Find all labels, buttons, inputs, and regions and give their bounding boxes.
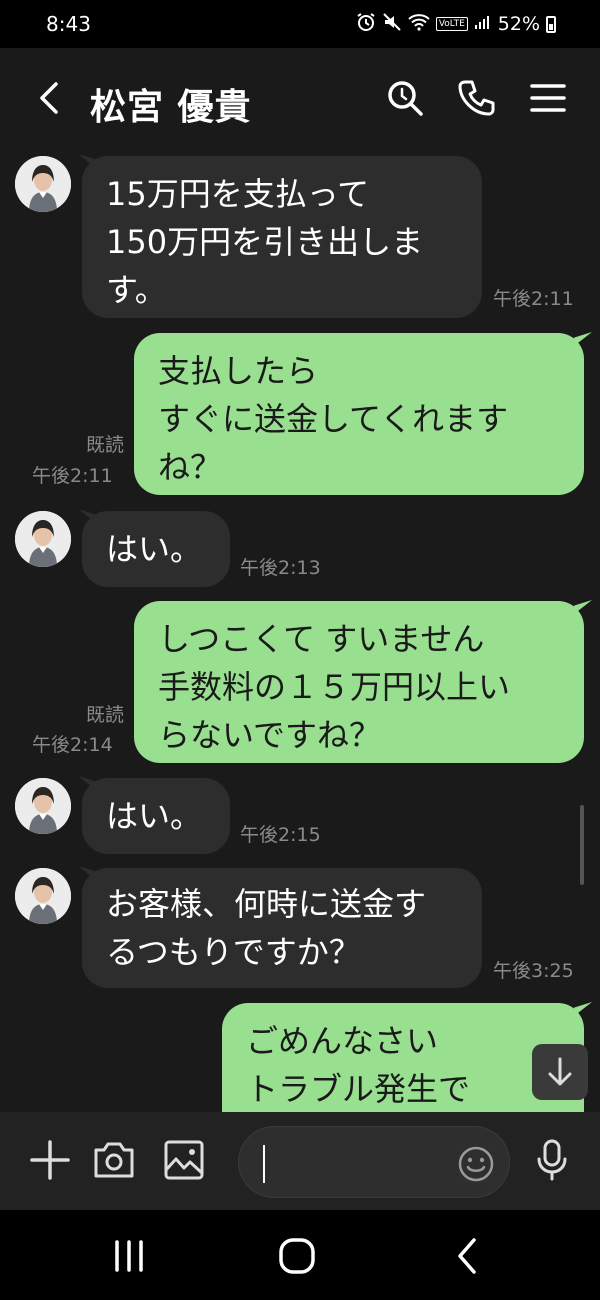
- message-time: 午後3:25: [493, 960, 574, 982]
- phone-icon[interactable]: [456, 78, 496, 118]
- menu-icon[interactable]: [528, 78, 568, 118]
- message-bubble-out[interactable]: ごめんなさい トラブル発生で: [222, 1003, 584, 1112]
- message-bubble-in[interactable]: お客様、何時に送金す るつもりですか？: [82, 868, 482, 988]
- read-receipt: 既読: [85, 434, 124, 456]
- message-time: 午後2:11: [32, 465, 113, 487]
- message-list[interactable]: 15万円を支払って 150万円を引き出しま す。 午後2:11 既読 午後2:1…: [0, 150, 600, 1112]
- message-time: 午後2:11: [493, 288, 574, 310]
- volte-badge: VoLTE: [435, 17, 468, 31]
- alarm-icon: [356, 12, 376, 36]
- message-bubble-in[interactable]: 15万円を支払って 150万円を引き出しま す。: [82, 156, 482, 318]
- search-icon[interactable]: [385, 78, 425, 118]
- message-line: しつこくて すいません: [158, 620, 485, 658]
- text-cursor: [263, 1145, 265, 1183]
- message-time: 午後2:13: [240, 557, 321, 579]
- message-line: お客様、何時に送金す: [106, 885, 427, 923]
- avatar[interactable]: [15, 156, 71, 212]
- message-line: らないですね？: [158, 716, 382, 754]
- chat-header: 松宮 優貴: [0, 48, 600, 150]
- arrow-down-icon: [548, 1057, 572, 1086]
- battery-icon: [546, 15, 556, 33]
- status-icons: VoLTE 52%: [356, 12, 556, 36]
- message-bubble-in[interactable]: はい。: [82, 511, 230, 587]
- message-bubble-out[interactable]: しつこくて すいません 手数料の１５万円以上い らないですね？: [134, 601, 584, 763]
- avatar[interactable]: [15, 511, 71, 567]
- mute-icon: [382, 12, 402, 36]
- scroll-to-bottom-button[interactable]: [532, 1044, 588, 1100]
- message-line: ね？: [158, 448, 223, 486]
- back-nav-icon[interactable]: [446, 1234, 490, 1278]
- input-bar: [0, 1112, 600, 1210]
- mic-icon[interactable]: [530, 1138, 574, 1182]
- message-line: トラブル発生で: [246, 1070, 471, 1108]
- battery-percent: 52%: [497, 13, 540, 35]
- message-line: す。: [106, 271, 167, 309]
- message-time: 午後2:15: [240, 824, 321, 846]
- message-line: ごめんなさい: [246, 1022, 439, 1060]
- message-bubble-in[interactable]: はい。: [82, 778, 230, 854]
- message-time: 午後2:14: [32, 734, 113, 756]
- plus-icon[interactable]: [28, 1138, 72, 1182]
- message-line: 手数料の１５万円以上い: [158, 668, 511, 706]
- recents-icon[interactable]: [107, 1234, 151, 1278]
- back-icon[interactable]: [32, 78, 68, 118]
- avatar[interactable]: [15, 868, 71, 924]
- status-time: 8:43: [46, 12, 91, 36]
- message-bubble-out[interactable]: 支払したら すぐに送金してくれます ね？: [134, 333, 584, 495]
- message-line: はい。: [106, 530, 203, 568]
- message-line: るつもりですか？: [106, 933, 361, 971]
- signal-icon: [474, 14, 490, 34]
- message-line: 支払したら: [158, 352, 319, 390]
- camera-icon[interactable]: [92, 1138, 136, 1182]
- navigation-bar: [0, 1210, 600, 1300]
- scrollbar[interactable]: [580, 805, 584, 885]
- status-bar: 8:43 VoLTE 52%: [0, 0, 600, 48]
- avatar[interactable]: [15, 778, 71, 834]
- image-icon[interactable]: [162, 1138, 206, 1182]
- home-icon[interactable]: [275, 1234, 319, 1278]
- wifi-icon: [408, 13, 430, 35]
- chat-screen: 8:43 VoLTE 52% 松宮 優貴 15万円を支払って 150万円を引き出…: [0, 0, 600, 1300]
- message-line: 150万円を引き出しま: [106, 223, 424, 261]
- chat-title: 松宮 優貴: [90, 87, 252, 128]
- read-receipt: 既読: [85, 704, 124, 726]
- message-input[interactable]: [238, 1126, 510, 1198]
- emoji-icon[interactable]: [457, 1145, 495, 1183]
- message-line: 15万円を支払って: [106, 175, 370, 213]
- message-line: すぐに送金してくれます: [158, 400, 509, 438]
- message-line: はい。: [106, 797, 203, 835]
